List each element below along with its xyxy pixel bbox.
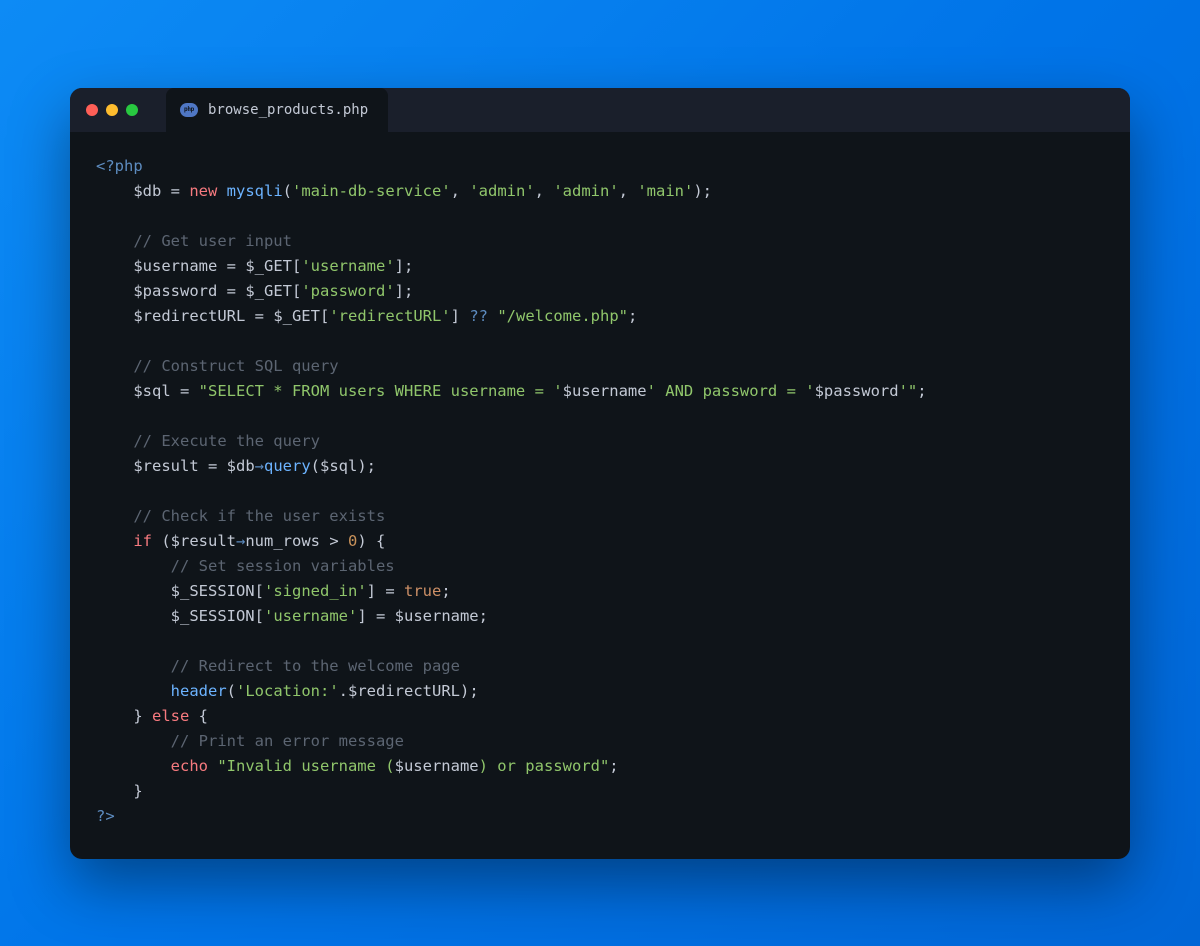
comment: // Print an error message [171,732,404,750]
php-badge-icon [180,103,198,117]
php-open-tag: <?php [96,157,143,175]
code-editor-content: <?php $db = new mysqli('main-db-service'… [70,132,1130,859]
file-tab[interactable]: browse_products.php [166,88,388,132]
minimize-icon[interactable] [106,104,118,116]
editor-window: browse_products.php <?php $db = new mysq… [70,88,1130,859]
window-titlebar: browse_products.php [70,88,1130,132]
comment: // Get user input [133,232,292,250]
maximize-icon[interactable] [126,104,138,116]
filename-label: browse_products.php [208,102,368,118]
comment: // Redirect to the welcome page [171,657,460,675]
comment: // Construct SQL query [133,357,338,375]
traffic-lights [86,104,138,116]
comment: // Check if the user exists [133,507,385,525]
php-close-tag: ?> [96,807,115,825]
comment: // Set session variables [171,557,395,575]
close-icon[interactable] [86,104,98,116]
comment: // Execute the query [133,432,320,450]
